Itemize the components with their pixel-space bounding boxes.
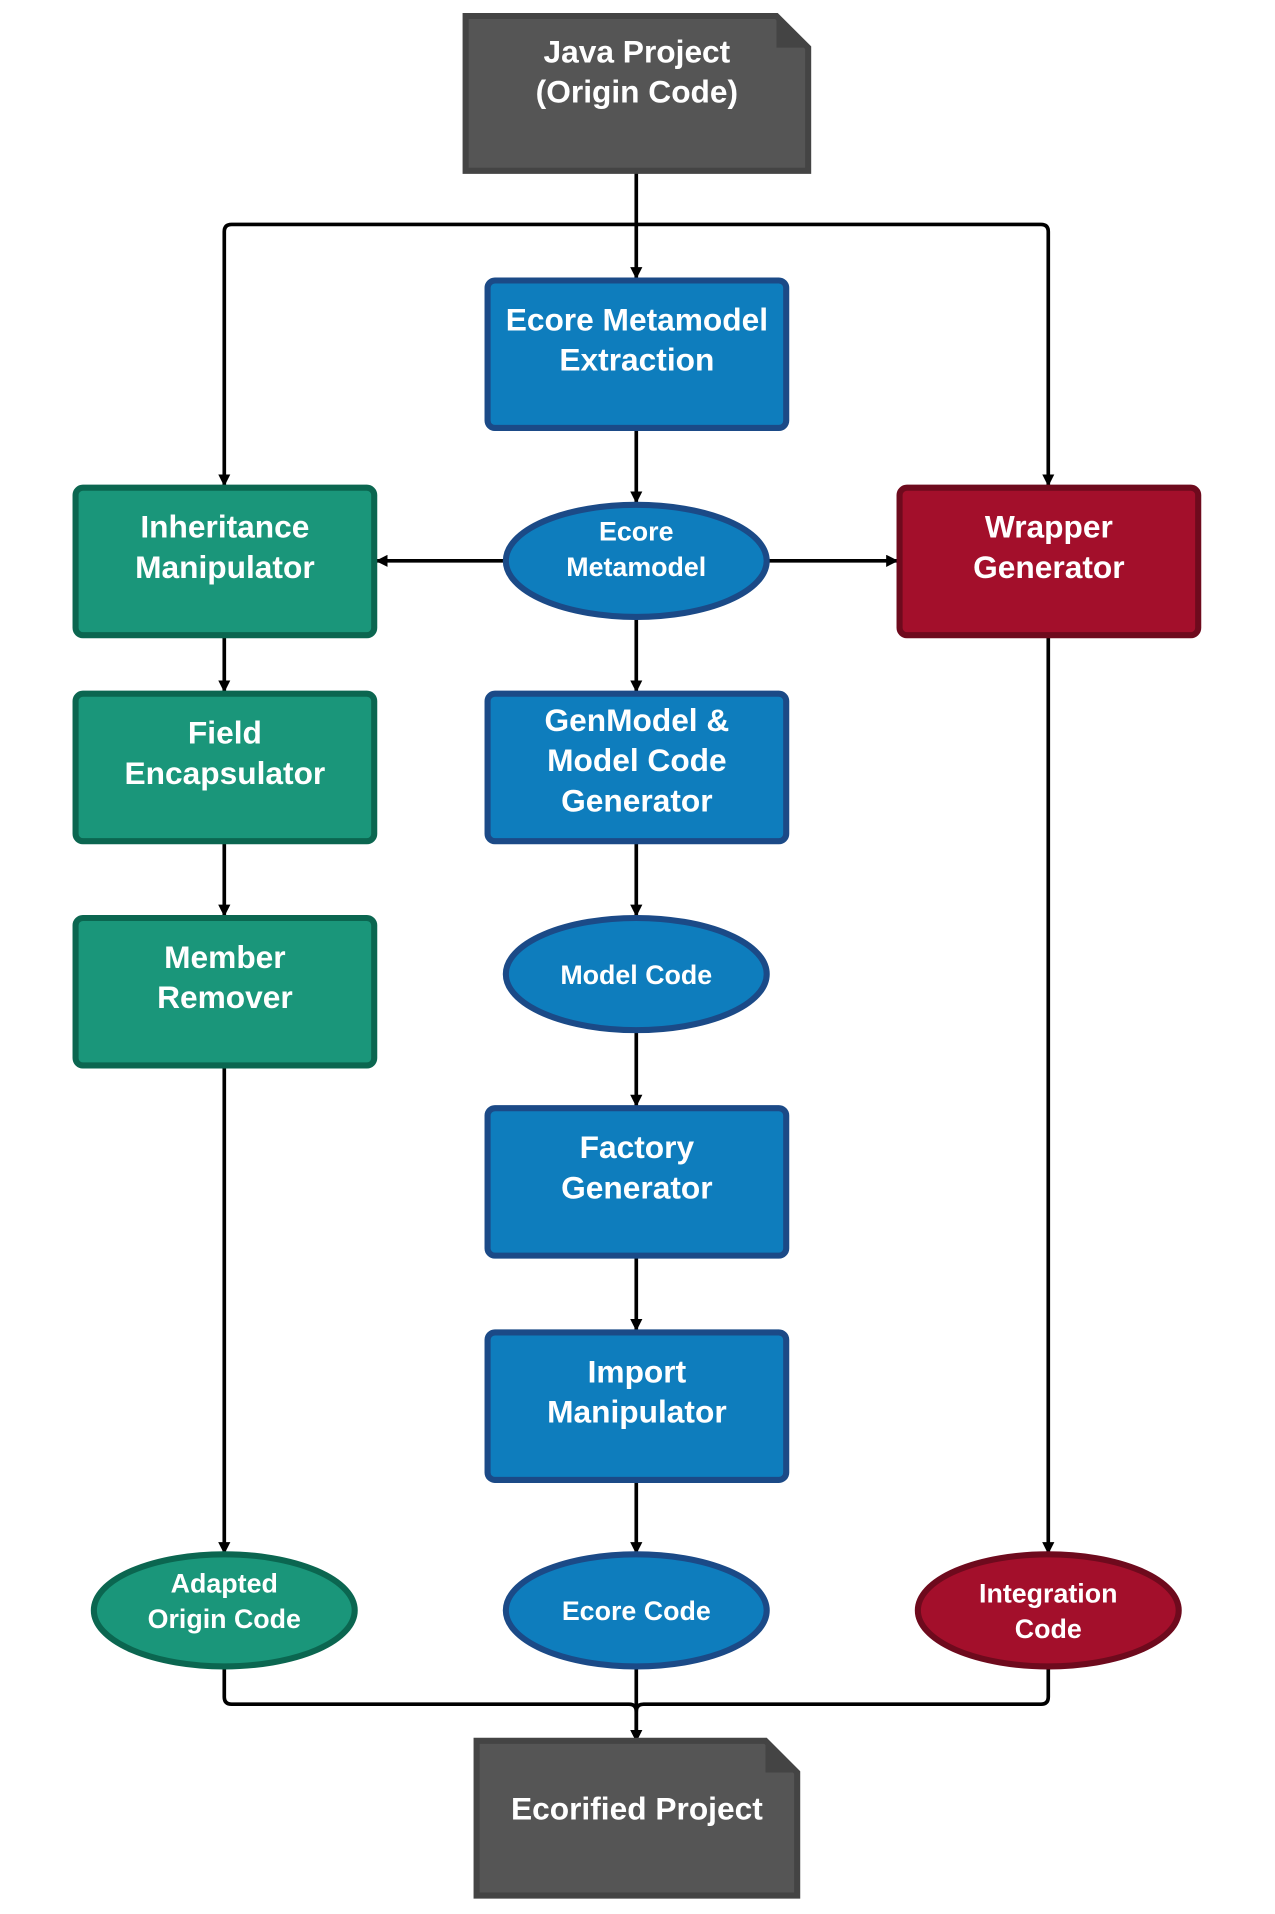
java-project-document[interactable]: Java Project (Origin Code) — [462, 12, 812, 174]
member-remover-step[interactable]: Member Remover — [72, 914, 378, 1069]
integration-code-artifact[interactable]: Integration Code — [914, 1551, 1182, 1670]
arrow-adapted-to-ecorified — [222, 1667, 643, 1742]
node-label: Generator — [973, 549, 1124, 585]
model-code-artifact[interactable]: Model Code — [502, 914, 770, 1034]
node-label: GenModel & — [544, 702, 729, 738]
genmodel-code-generator-step[interactable]: GenModel & Model Code Generator — [484, 690, 790, 845]
arrow-integration-to-ecorified — [634, 1667, 1051, 1712]
node-label: Model Code — [560, 960, 712, 990]
node-label: Manipulator — [547, 1394, 727, 1430]
node-label: Extraction — [559, 342, 714, 378]
node-label: Ecorified Project — [511, 1790, 763, 1826]
ecore-code-artifact[interactable]: Ecore Code — [502, 1551, 770, 1670]
adapted-origin-code-artifact[interactable]: Adapted Origin Code — [90, 1551, 358, 1670]
node-label: Ecore Metamodel — [506, 301, 768, 337]
node-label: Generator — [561, 782, 712, 818]
node-label: Integration — [979, 1578, 1117, 1608]
node-label: Adapted — [171, 1569, 278, 1599]
field-encapsulator-step[interactable]: Field Encapsulator — [72, 690, 378, 845]
node-label: Member — [164, 939, 286, 975]
node-label: Metamodel — [566, 552, 706, 582]
factory-generator-step[interactable]: Factory Generator — [484, 1105, 790, 1259]
node-label: Ecore — [599, 517, 673, 547]
node-label: Inheritance — [140, 509, 309, 545]
node-label: (Origin Code) — [536, 74, 738, 110]
node-label: Manipulator — [135, 549, 315, 585]
ecore-metamodel-artifact[interactable]: Ecore Metamodel — [502, 501, 770, 620]
node-label: Ecore Code — [562, 1596, 711, 1626]
node-label: Code — [1015, 1614, 1082, 1644]
inheritance-manipulator-step[interactable]: Inheritance Manipulator — [72, 484, 378, 639]
node-label: Remover — [157, 979, 293, 1015]
flow-diagram: Java Project (Origin Code) Ecore Metamodel… — [72, 12, 1202, 1899]
node-label: Factory — [580, 1129, 695, 1165]
node-label: Import — [588, 1353, 687, 1389]
node-label: Java Project — [544, 33, 731, 69]
ecore-metamodel-extraction-step[interactable]: Ecore Metamodel Extraction — [484, 277, 790, 432]
nodes: Java Project (Origin Code) Ecore Metamodel… — [72, 12, 1202, 1899]
import-manipulator-step[interactable]: Import Manipulator — [484, 1329, 790, 1483]
node-label: Model Code — [547, 742, 727, 778]
node-label: Origin Code — [148, 1604, 301, 1634]
node-label: Encapsulator — [125, 755, 326, 791]
ecorified-project-document[interactable]: Ecorified Project — [473, 1737, 801, 1899]
wrapper-generator-step[interactable]: Wrapper Generator — [896, 484, 1202, 639]
node-label: Generator — [561, 1169, 712, 1205]
node-label: Field — [188, 715, 262, 751]
node-label: Wrapper — [985, 509, 1113, 545]
